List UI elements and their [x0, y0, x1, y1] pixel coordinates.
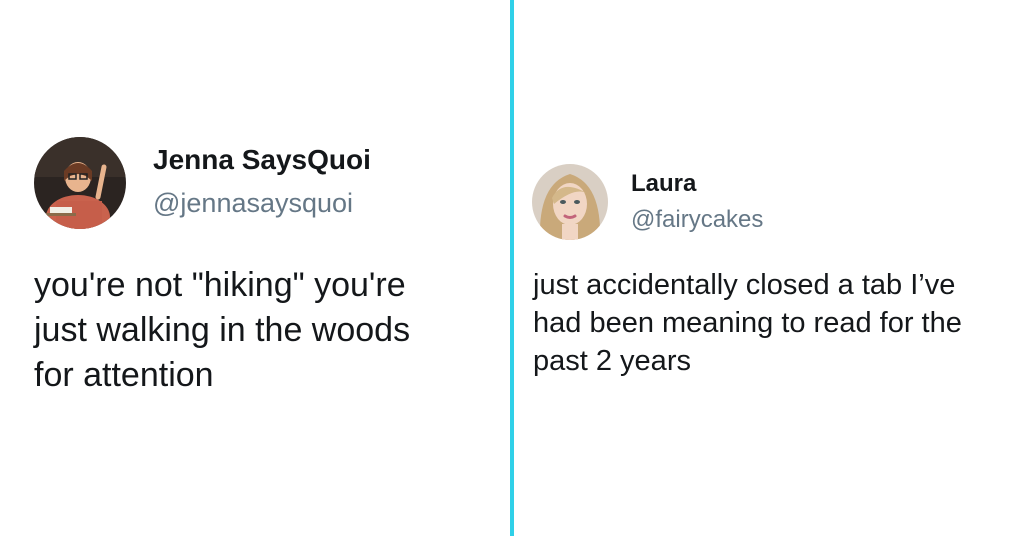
- avatar[interactable]: [34, 137, 126, 229]
- profile-photo-icon: [34, 137, 126, 229]
- tweet-card-left: Jenna SaysQuoi @jennasaysquoi you're not…: [0, 0, 510, 536]
- user-handle[interactable]: @jennasaysquoi: [153, 188, 353, 219]
- tweet-text: just accidentally closed a tab I’ve had …: [533, 269, 962, 377]
- display-name[interactable]: Jenna SaysQuoi: [153, 144, 371, 176]
- avatar[interactable]: [532, 164, 608, 240]
- user-handle[interactable]: @fairycakes: [631, 206, 763, 234]
- profile-photo-icon: [532, 164, 608, 240]
- tweet-card-right: Laura @fairycakes just accidentally clos…: [514, 0, 1024, 536]
- tweet-text: you're not "hiking" you're just walking …: [34, 266, 411, 394]
- display-name[interactable]: Laura: [631, 170, 696, 198]
